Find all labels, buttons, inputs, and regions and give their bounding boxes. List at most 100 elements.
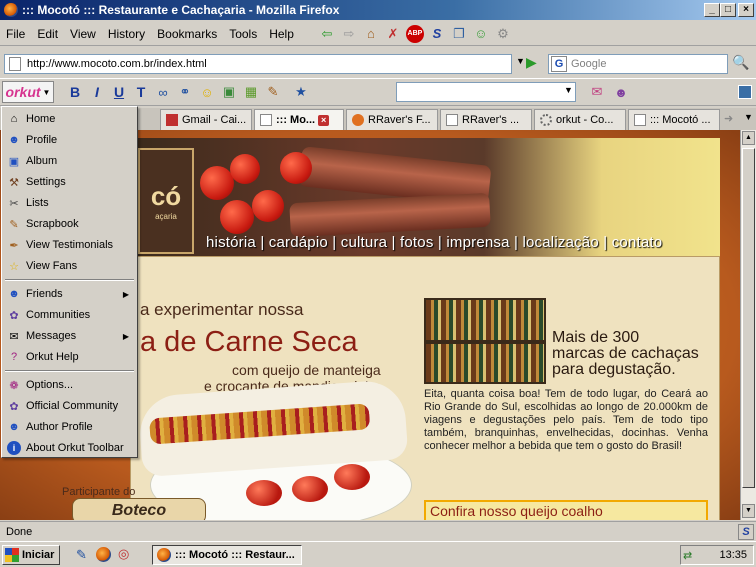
tab-rraver-2[interactable]: RRaver's ... — [440, 109, 532, 130]
tab-scroll-right-icon[interactable]: ➜ — [724, 112, 733, 125]
scroll-thumb[interactable] — [742, 148, 755, 488]
menu-tools[interactable]: Tools — [223, 27, 263, 41]
tab-label: RRaver's ... — [462, 114, 520, 126]
menu-file[interactable]: File — [0, 27, 31, 41]
tab-gmail[interactable]: Gmail - Cai... — [160, 109, 252, 130]
menu-item-about-orkut-toolbar[interactable]: i About Orkut Toolbar — [4, 438, 135, 458]
tab-label: ::: Mo... — [276, 114, 316, 126]
search-icon[interactable]: 🔍 — [732, 54, 749, 71]
menu-item-label: Settings — [26, 176, 66, 188]
menu-help[interactable]: Help — [263, 27, 300, 41]
quicklaunch-edit-icon[interactable]: ✎ — [76, 547, 87, 563]
close-button[interactable]: × — [738, 3, 754, 17]
scroll-down-icon[interactable]: ▼ — [742, 504, 755, 518]
menu-item-view-testimonials[interactable]: ✒ View Testimonials — [4, 235, 135, 255]
scrapbook-icon: ✎ — [9, 218, 19, 231]
adblock-icon[interactable]: ABP — [405, 24, 424, 43]
menu-item-profile[interactable]: ☻ Profile — [4, 130, 135, 150]
windows-logo-icon — [5, 548, 19, 562]
quicklaunch-firefox-icon[interactable] — [96, 547, 111, 562]
gear-icon[interactable]: ⚙ — [494, 25, 512, 43]
stumble-status-icon[interactable]: S — [738, 524, 754, 540]
queijo-promo-link[interactable]: Confira nosso queijo coalho — [424, 500, 708, 520]
edit-icon[interactable]: ✎ — [264, 83, 282, 101]
orkut-menu-button[interactable]: orkut ▼ — [2, 81, 54, 103]
menu-history[interactable]: History — [102, 27, 151, 41]
menu-view[interactable]: View — [64, 27, 102, 41]
copy-icon[interactable]: ❐ — [450, 25, 468, 43]
frog-icon[interactable]: ☺ — [472, 25, 490, 43]
menu-item-home[interactable]: ⌂ Home — [4, 109, 135, 129]
clock[interactable]: 13:35 — [719, 549, 747, 561]
menu-item-lists[interactable]: ✂ Lists — [4, 193, 135, 213]
envelope-icon: ✉ — [9, 330, 19, 343]
grid-icon[interactable]: ▦ — [242, 83, 260, 101]
tab-rraver-1[interactable]: RRaver's F... — [346, 109, 438, 130]
back-arrow-icon[interactable]: ⇦ — [318, 25, 336, 43]
text-color-button[interactable]: T — [130, 84, 152, 100]
menu-item-friends[interactable]: ☻ Friends ▶ — [4, 284, 135, 304]
forward-arrow-icon[interactable]: ⇨ — [340, 25, 358, 43]
menu-item-orkut-help[interactable]: ? Orkut Help — [4, 347, 135, 367]
tab-list-icon[interactable]: ▼ — [744, 112, 753, 122]
menu-item-view-fans[interactable]: ☆ View Fans — [4, 256, 135, 276]
bold-button[interactable]: B — [64, 84, 86, 100]
underline-button[interactable]: U — [108, 84, 130, 100]
unlink-icon[interactable]: ⚭ — [176, 83, 194, 101]
boteco-badge[interactable]: Boteco — [72, 498, 206, 520]
blocked-icon[interactable]: ✗ — [384, 25, 402, 43]
menu-item-scrapbook[interactable]: ✎ Scrapbook — [4, 214, 135, 234]
google-icon[interactable]: G — [551, 56, 567, 72]
page-icon — [634, 114, 646, 126]
home-icon[interactable]: ⌂ — [362, 25, 380, 43]
tab-orkut[interactable]: orkut - Co... — [534, 109, 626, 130]
menu-item-communities[interactable]: ✿ Communities — [4, 305, 135, 325]
scrap-icon[interactable]: ✉ — [588, 83, 606, 101]
tab-label: orkut - Co... — [556, 114, 614, 126]
star-icon[interactable]: ★ — [292, 83, 310, 101]
scroll-up-icon[interactable]: ▲ — [742, 131, 755, 145]
link-icon[interactable]: ∞ — [154, 83, 172, 101]
menu-item-label: Official Community — [26, 400, 119, 412]
url-text[interactable]: http://www.mocoto.com.br/index.html — [27, 58, 207, 70]
toolbar-option-icon[interactable] — [738, 85, 752, 99]
menu-item-official-community[interactable]: ✿ Official Community — [4, 396, 135, 416]
url-bar[interactable]: http://www.mocoto.com.br/index.html — [4, 54, 512, 74]
home-icon: ⌂ — [10, 113, 18, 125]
cherry-tomato-image — [246, 480, 282, 506]
friends-icon[interactable]: ☻ — [612, 83, 630, 101]
quicklaunch-opera-icon[interactable]: ◎ — [118, 546, 129, 562]
orkut-toolbar-input[interactable] — [396, 82, 576, 102]
menu-item-album[interactable]: ▣ Album — [4, 151, 135, 171]
status-bar: Done S — [0, 521, 756, 541]
tab-close-icon[interactable]: × — [318, 114, 330, 126]
search-input[interactable]: G Google — [548, 54, 728, 74]
promo-headline-1: a experimentar nossa — [140, 300, 304, 319]
menu-item-settings[interactable]: ⚒ Settings — [4, 172, 135, 192]
start-button[interactable]: Iniciar — [2, 545, 60, 565]
taskbar-item-firefox[interactable]: ::: Mocotó ::: Restaur... — [152, 545, 302, 565]
stumble-icon[interactable]: S — [428, 25, 446, 43]
menu-item-label: Communities — [26, 309, 91, 321]
italic-button[interactable]: I — [86, 84, 108, 100]
maximize-button[interactable]: □ — [720, 3, 736, 17]
menu-item-author-profile[interactable]: ☻ Author Profile — [4, 417, 135, 437]
tab-mocoto-2[interactable]: ::: Mocotó ... — [628, 109, 720, 130]
orkut-input-dropdown-icon[interactable]: ▼ — [564, 85, 573, 95]
go-arrow-icon[interactable]: ▶ — [526, 54, 537, 71]
site-nav-links[interactable]: história | cardápio | cultura | fotos | … — [206, 234, 662, 251]
vertical-scrollbar[interactable]: ▲ ▼ — [740, 130, 756, 520]
network-icon[interactable]: ⇄ — [683, 549, 692, 562]
menu-edit[interactable]: Edit — [31, 27, 64, 41]
tab-mocoto-active[interactable]: ::: Mo... × — [254, 109, 344, 130]
menu-bookmarks[interactable]: Bookmarks — [151, 27, 223, 41]
smiley-icon[interactable]: ☺ — [198, 83, 216, 101]
menu-item-label: Author Profile — [26, 421, 93, 433]
orkut-logo: orkut — [5, 84, 41, 100]
minimize-button[interactable]: _ — [704, 3, 720, 17]
image-icon[interactable]: ▣ — [220, 83, 238, 101]
logo-sub: açaria — [155, 212, 177, 221]
url-dropdown-arrow-icon[interactable]: ▼ — [516, 56, 525, 66]
menu-item-messages[interactable]: ✉ Messages ▶ — [4, 326, 135, 346]
menu-item-options[interactable]: ❁ Options... — [4, 375, 135, 395]
